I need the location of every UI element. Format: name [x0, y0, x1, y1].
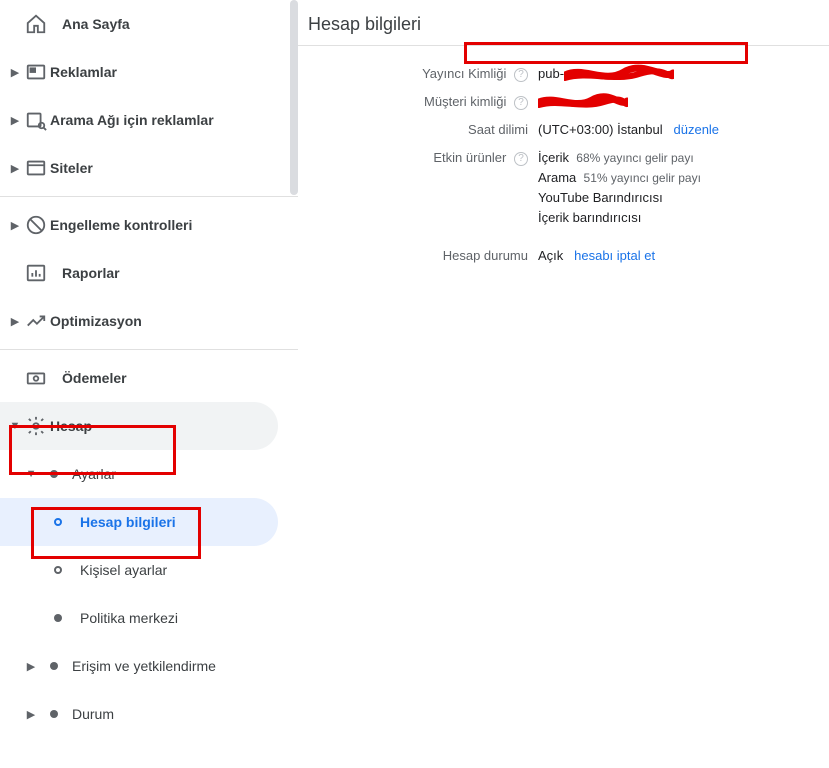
help-icon[interactable]: ? [514, 96, 528, 110]
divider [0, 349, 298, 350]
sidebar-item-label: Kişisel ayarlar [80, 562, 167, 578]
bullet-icon [54, 614, 62, 622]
sidebar-item-label: Ana Sayfa [62, 16, 130, 32]
sidebar-item-payments[interactable]: Ödemeler [0, 354, 298, 402]
product-name: İçerik barındırıcısı [538, 210, 641, 225]
sidebar-item-label: Reklamlar [50, 64, 117, 80]
product-share: 51% yayıncı gelir payı [584, 171, 701, 185]
page-title: Hesap bilgileri [298, 14, 829, 35]
field-label: Yayıncı Kimliği [422, 66, 506, 81]
row-active-products: Etkin ürünler ? İçerik 68% yayıncı gelir… [298, 144, 829, 232]
sidebar-item-label: Raporlar [62, 265, 120, 281]
bullet-icon [50, 710, 58, 718]
field-value: pub- [538, 66, 564, 81]
bullet-ring-icon [54, 566, 62, 574]
sidebar-item-label: Arama Ağı için reklamlar [50, 112, 214, 128]
sidebar-item-home[interactable]: Ana Sayfa [0, 0, 298, 48]
sidebar-item-status[interactable]: ▶ Durum [0, 690, 298, 738]
sidebar-item-label: Optimizasyon [50, 313, 142, 329]
field-label: Etkin ürünler [433, 150, 506, 165]
chevron-right-icon: ▶ [26, 660, 36, 673]
sidebar-item-label: Hesap [50, 418, 92, 434]
gear-icon [24, 414, 48, 438]
chevron-right-icon: ▶ [8, 114, 22, 127]
sidebar: Ana Sayfa ▶ Reklamlar ▶ Arama Ağı için r… [0, 0, 298, 768]
row-account-status: Hesap durumu Açık hesabı iptal et [298, 242, 829, 270]
divider [0, 196, 298, 197]
sidebar-item-account[interactable]: ▼ Hesap [0, 402, 278, 450]
chevron-right-icon: ▶ [8, 66, 22, 79]
sidebar-item-reports[interactable]: Raporlar [0, 249, 298, 297]
field-value: Açık [538, 248, 563, 263]
sidebar-item-label: Durum [72, 706, 114, 722]
help-icon[interactable]: ? [514, 68, 528, 82]
ads-icon [24, 60, 48, 84]
row-timezone: Saat dilimi (UTC+03:00) İstanbul düzenle [298, 116, 829, 144]
sidebar-item-label: Politika merkezi [80, 610, 178, 626]
divider [298, 45, 829, 46]
field-value: (UTC+03:00) İstanbul [538, 122, 663, 137]
bullet-icon [50, 662, 58, 670]
sidebar-item-ads[interactable]: ▶ Reklamlar [0, 48, 298, 96]
redacted-value [564, 68, 674, 82]
cancel-account-link[interactable]: hesabı iptal et [574, 248, 655, 263]
sidebar-item-label: Siteler [50, 160, 93, 176]
sidebar-item-label: Engelleme kontrolleri [50, 217, 192, 233]
chevron-down-icon: ▼ [26, 468, 36, 480]
chevron-right-icon: ▶ [8, 315, 22, 328]
search-ads-icon [24, 108, 48, 132]
chevron-down-icon: ▼ [8, 420, 22, 432]
sites-icon [24, 156, 48, 180]
sidebar-item-label: Ayarlar [72, 466, 116, 482]
sidebar-item-label: Erişim ve yetkilendirme [72, 658, 216, 674]
sidebar-item-account-info[interactable]: Hesap bilgileri [0, 498, 278, 546]
scrollbar[interactable] [290, 0, 298, 195]
sidebar-item-policy-center[interactable]: Politika merkezi [0, 594, 278, 642]
bullet-ring-icon [54, 518, 62, 526]
sidebar-item-personal-settings[interactable]: Kişisel ayarlar [0, 546, 278, 594]
product-name: YouTube Barındırıcısı [538, 190, 663, 205]
redacted-value [538, 96, 628, 110]
sidebar-item-settings[interactable]: ▼ Ayarlar [0, 450, 298, 498]
product-name: İçerik [538, 150, 569, 165]
block-icon [24, 213, 48, 237]
sidebar-item-access[interactable]: ▶ Erişim ve yetkilendirme [0, 642, 298, 690]
chevron-right-icon: ▶ [8, 162, 22, 175]
row-customer-id: Müşteri kimliği ? [298, 88, 829, 116]
chevron-right-icon: ▶ [26, 708, 36, 721]
sidebar-item-sites[interactable]: ▶ Siteler [0, 144, 298, 192]
reports-icon [24, 261, 48, 285]
sidebar-item-search-ads[interactable]: ▶ Arama Ağı için reklamlar [0, 96, 298, 144]
product-share: 68% yayıncı gelir payı [576, 151, 693, 165]
field-label: Müşteri kimliği [424, 94, 506, 109]
payments-icon [24, 366, 48, 390]
sidebar-item-label: Ödemeler [62, 370, 127, 386]
bullet-icon [50, 470, 58, 478]
chevron-right-icon: ▶ [8, 219, 22, 232]
main-content: Hesap bilgileri Yayıncı Kimliği ? pub- M… [298, 0, 829, 768]
sidebar-item-optimization[interactable]: ▶ Optimizasyon [0, 297, 298, 345]
sidebar-item-blocking[interactable]: ▶ Engelleme kontrolleri [0, 201, 298, 249]
timezone-edit-link[interactable]: düzenle [674, 122, 720, 137]
field-label: Hesap durumu [443, 248, 528, 263]
row-publisher-id: Yayıncı Kimliği ? pub- [298, 60, 829, 88]
sidebar-item-label: Hesap bilgileri [80, 514, 176, 530]
field-label: Saat dilimi [468, 122, 528, 137]
product-name: Arama [538, 170, 576, 185]
home-icon [24, 12, 48, 36]
optimization-icon [24, 309, 48, 333]
